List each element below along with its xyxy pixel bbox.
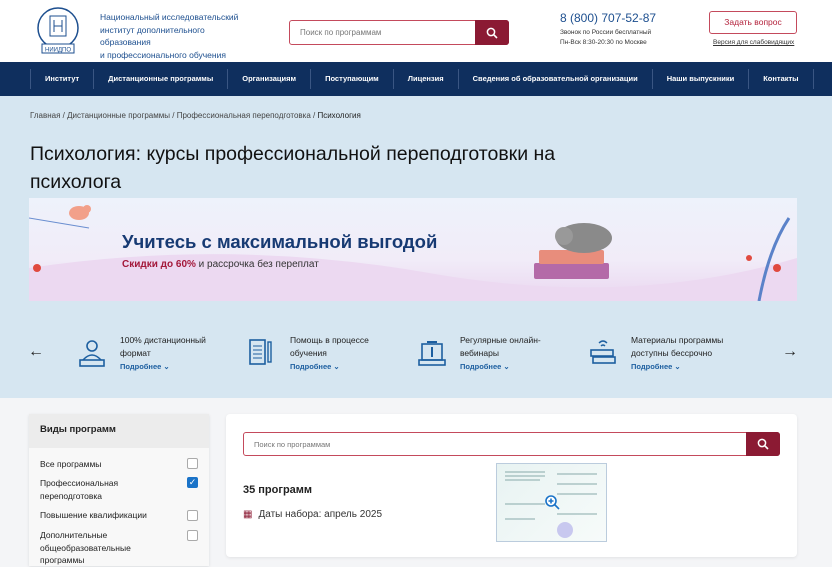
institute-name: Национальный исследовательский институт д…	[100, 12, 239, 60]
filter-title: Виды программ	[29, 414, 209, 448]
remote-learner-icon	[79, 340, 105, 367]
program-type-filter: Виды программ Все программы Профессионал…	[29, 414, 209, 566]
breadcrumb: Главная / Дистанционные программы / Проф…	[30, 111, 361, 120]
phone-note: Звонок по России бесплатный Пн-Вск 8:30-2…	[560, 29, 652, 46]
filter-option-label[interactable]: Все программы	[40, 458, 180, 471]
promo-banner[interactable]: Учитесь с максимальной выгодой Скидки до…	[29, 198, 797, 301]
document-pencil-icon	[249, 339, 272, 365]
calendar-icon: ▦	[243, 509, 253, 520]
filter-option-label[interactable]: Повышение квалификации	[40, 509, 180, 522]
arrow-left-icon[interactable]: ←	[28, 343, 44, 361]
breadcrumb-distance[interactable]: Дистанционные программы	[67, 111, 170, 120]
program-list-panel: Поиск по программам 35 программ ▦ Даты на…	[226, 414, 797, 557]
books-wifi-icon	[590, 340, 616, 364]
main-nav: Институт Дистанционные программы Организ…	[0, 62, 832, 96]
breadcrumb-retraining[interactable]: Профессиональная переподготовка	[177, 111, 311, 120]
banner-headline: Учитесь с максимальной выгодой	[122, 231, 438, 252]
search-button[interactable]	[475, 20, 509, 45]
header-search-input[interactable]: Поиск по программам	[289, 20, 509, 45]
nav-item-graduates[interactable]: Наши выпускники	[651, 69, 749, 89]
filter-checkbox-retraining[interactable]: ✓	[187, 477, 198, 488]
ask-question-button[interactable]: Задать вопрос	[709, 11, 797, 34]
page-title: Психология: курсы профессиональной переп…	[30, 143, 556, 193]
filter-checkbox-all[interactable]	[187, 458, 198, 469]
search-icon	[757, 438, 769, 450]
site-header: НИИДПО Национальный исследовательский инс…	[0, 0, 832, 62]
webinar-icon	[418, 341, 446, 366]
filter-option-label[interactable]: Профессиональная переподготовка	[40, 477, 150, 502]
more-link[interactable]: Подробнее ⌄	[460, 362, 510, 371]
program-search-input[interactable]: Поиск по программам	[243, 432, 780, 456]
banner-subtitle: Скидки до 60% и рассрочка без переплат	[122, 259, 319, 270]
enrollment-dates: ▦ Даты набора: апрель 2025	[243, 509, 383, 520]
zoom-in-icon[interactable]	[544, 494, 560, 510]
more-link[interactable]: Подробнее ⌄	[290, 362, 340, 371]
nav-item-distance-programs[interactable]: Дистанционные программы	[93, 69, 227, 89]
more-link[interactable]: Подробнее ⌄	[120, 362, 170, 371]
institute-logo[interactable]: НИИДПО	[30, 6, 86, 54]
nav-item-organizations[interactable]: Организациям	[227, 69, 310, 89]
breadcrumb-home[interactable]: Главная	[30, 111, 60, 120]
program-count: 35 программ	[243, 484, 313, 496]
more-link[interactable]: Подробнее ⌄	[631, 362, 681, 371]
diploma-preview[interactable]	[496, 463, 607, 542]
nav-item-institute[interactable]: Институт	[30, 69, 93, 89]
nav-item-org-info[interactable]: Сведения об образовательной организации	[457, 69, 652, 89]
nav-item-applicants[interactable]: Поступающим	[310, 69, 393, 89]
filter-checkbox-qualification[interactable]	[187, 510, 198, 521]
breadcrumb-current: Психология	[317, 111, 361, 120]
nav-item-license[interactable]: Лицензия	[392, 69, 458, 89]
search-button[interactable]	[746, 432, 780, 456]
accessibility-link[interactable]: Версия для слабовидящих	[713, 39, 794, 46]
phone-link[interactable]: 8 (800) 707-52-87	[560, 11, 656, 25]
filter-checkbox-general[interactable]	[187, 530, 198, 541]
svg-text:НИИДПО: НИИДПО	[45, 48, 71, 54]
arrow-right-icon[interactable]: →	[782, 343, 798, 361]
search-icon	[486, 27, 498, 39]
filter-option-label[interactable]: Дополнительные общеобразовательные прогр…	[40, 529, 155, 567]
nav-item-contacts[interactable]: Контакты	[748, 69, 814, 89]
